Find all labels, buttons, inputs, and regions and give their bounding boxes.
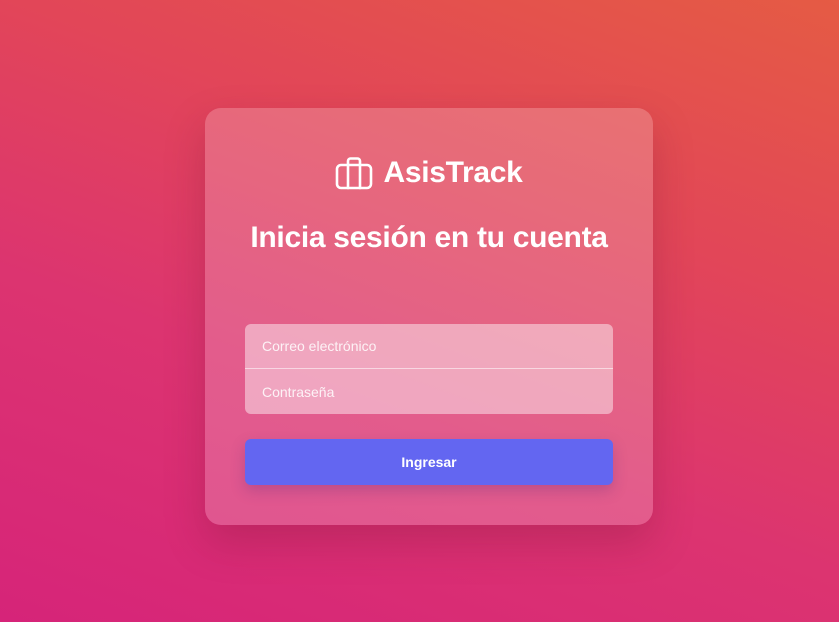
page-title: Inicia sesión en tu cuenta	[250, 221, 608, 254]
login-card: AsisTrack Inicia sesión en tu cuenta Ing…	[205, 108, 653, 525]
email-field[interactable]	[245, 324, 613, 369]
credentials-group	[245, 324, 613, 414]
briefcase-icon	[335, 156, 373, 190]
password-field[interactable]	[245, 369, 613, 414]
app-name: AsisTrack	[383, 156, 523, 189]
brand: AsisTrack	[205, 156, 653, 190]
login-button[interactable]: Ingresar	[245, 439, 613, 485]
